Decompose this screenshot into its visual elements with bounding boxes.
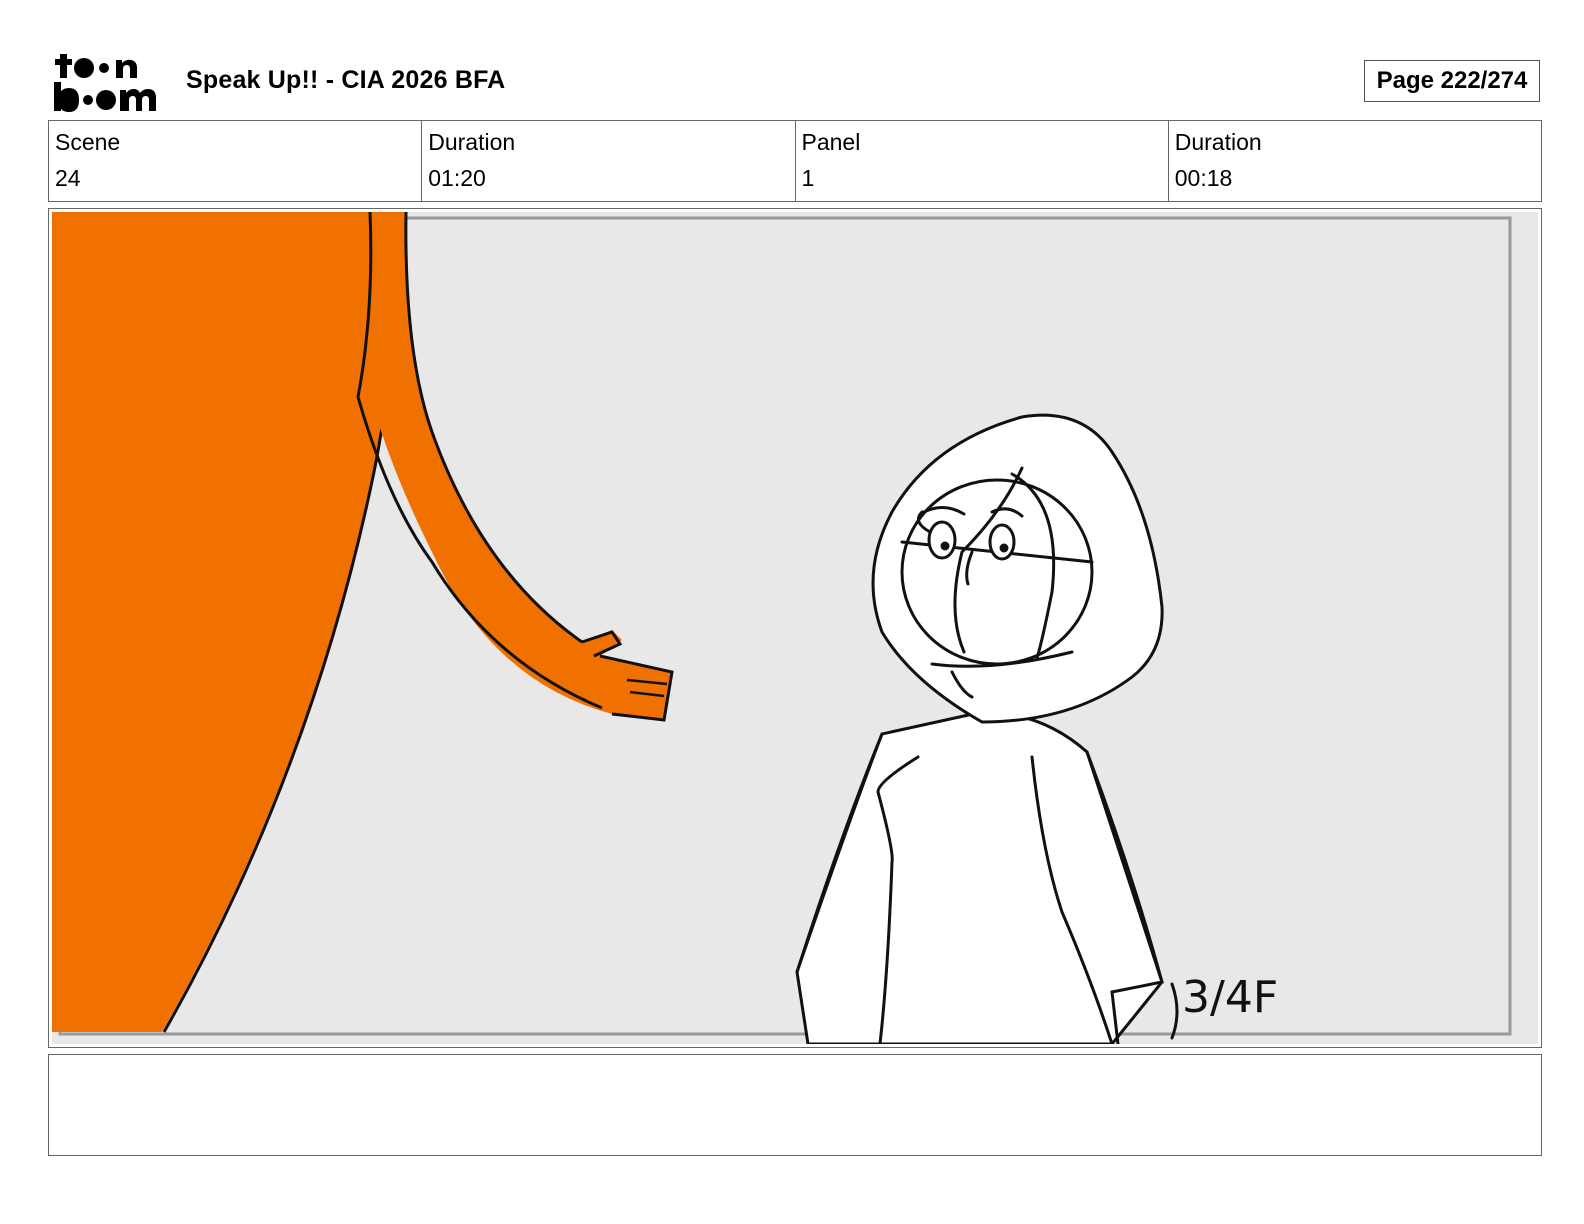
panel-duration-label: Duration (1174, 129, 1262, 155)
scene-label: Scene (55, 129, 121, 155)
panel-duration-value: 00:18 (1174, 165, 1233, 191)
project-title: Speak Up!! - CIA 2026 BFA (186, 66, 506, 94)
scene-duration-label: Duration (428, 129, 516, 155)
page-indicator: Page 222/274 (1364, 60, 1540, 102)
panel-duration-cell: Duration 00:18 (1167, 121, 1541, 201)
scene-duration-value: 01:20 (428, 165, 486, 191)
panel-label: Panel (801, 129, 861, 155)
panel-drawing: 3/4F (52, 212, 1538, 1044)
scene-duration-cell: Duration 01:20 (421, 121, 794, 201)
scene-value: 24 (55, 165, 81, 191)
panel-value: 1 (801, 165, 815, 191)
storyboard-panel: 3/4F (48, 208, 1542, 1048)
scene-info-table: Scene 24 Duration 01:20 Panel 1 Duration… (48, 120, 1542, 202)
panel-annotation: 3/4F (1182, 972, 1278, 1023)
panel-notes-box (48, 1054, 1542, 1156)
panel-cell: Panel 1 (794, 121, 1168, 201)
toon-boom-logo (52, 50, 164, 112)
scene-cell: Scene 24 (49, 121, 421, 201)
